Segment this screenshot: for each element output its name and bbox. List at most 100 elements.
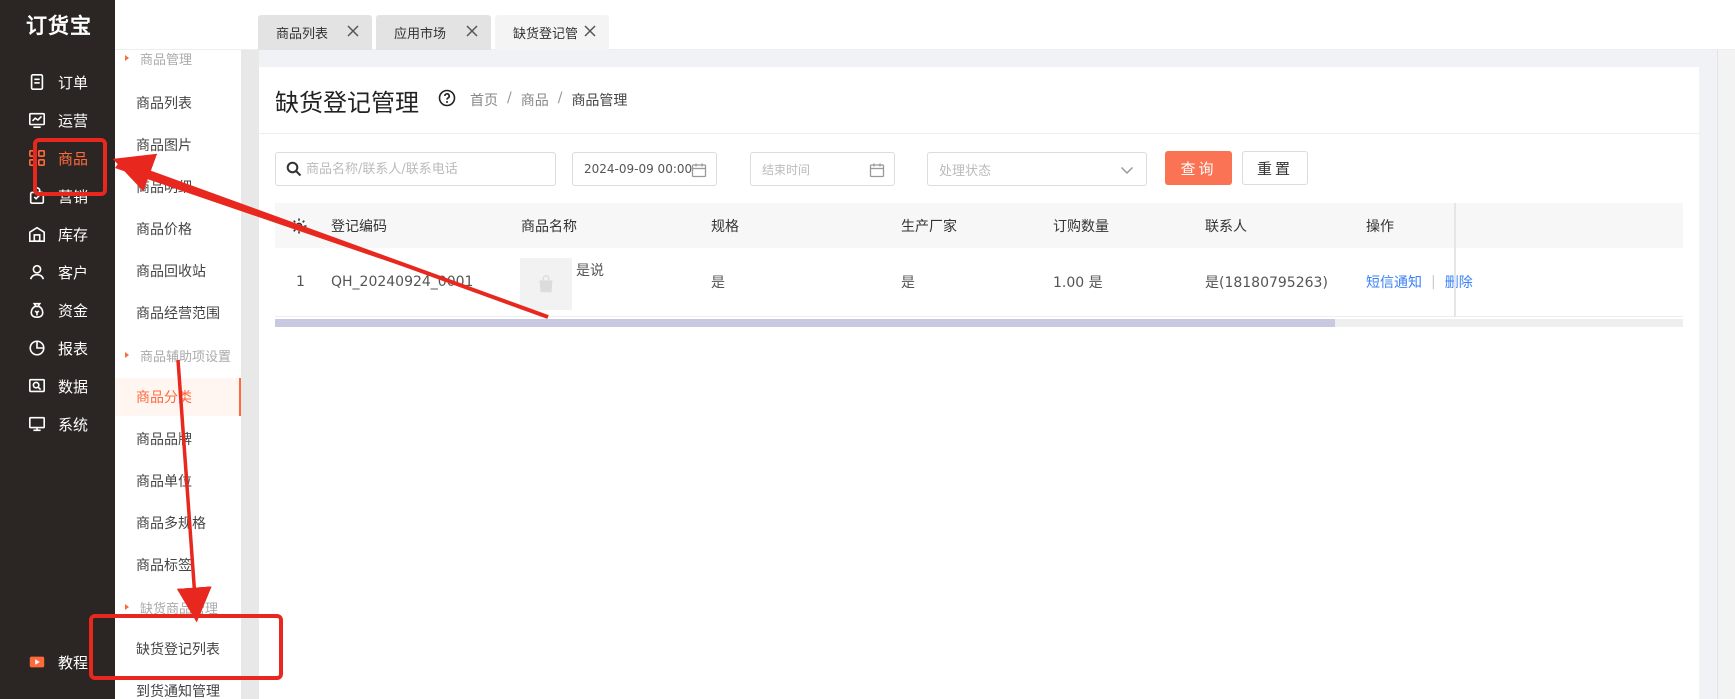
close-icon[interactable]	[346, 24, 360, 38]
sub-group-goods-manage[interactable]: 商品管理	[115, 50, 241, 73]
search-field[interactable]	[275, 152, 556, 186]
sub-group-label: 缺货商品管理	[140, 601, 219, 617]
nav-item-label: 商品	[58, 149, 89, 168]
nav-item-operation[interactable]: 运营	[0, 102, 115, 138]
sub-group-label: 商品辅助项设置	[140, 349, 232, 365]
sub-item-goods-detail[interactable]: 商品明细	[115, 168, 241, 206]
col-header-spec: 规格	[711, 218, 739, 235]
sub-item-goods-price[interactable]: 商品价格	[115, 210, 241, 248]
sub-item-shortage-list[interactable]: 缺货登记列表	[115, 630, 241, 668]
sub-group-shortage[interactable]: 缺货商品管理	[115, 592, 241, 622]
sub-item-goods-unit[interactable]: 商品单位	[115, 462, 241, 500]
breadcrumb-current: 商品管理	[571, 93, 628, 109]
row-code: QH_20240924_0001	[331, 274, 474, 290]
money-bag-icon	[27, 300, 47, 320]
help-icon[interactable]	[438, 89, 456, 107]
tab-bar: 商品列表 应用市场 缺货登记管理	[115, 0, 1735, 50]
nav-item-report[interactable]: 报表	[0, 330, 115, 366]
sms-notify-link[interactable]: 短信通知	[1366, 272, 1422, 292]
sub-item-arrival-notice[interactable]: 到货通知管理	[115, 672, 241, 699]
breadcrumb-home[interactable]: 首页	[470, 90, 498, 110]
row-contact: 是(18180795263)	[1205, 275, 1328, 291]
status-select[interactable]: 处理状态	[927, 152, 1147, 186]
start-date-value: 2024-09-09 00:00	[584, 162, 693, 176]
sub-menu-gutter	[241, 50, 259, 699]
column-settings[interactable]	[290, 203, 308, 248]
nav-item-data[interactable]: 数据	[0, 368, 115, 404]
breadcrumb-separator: /	[507, 90, 512, 106]
row-ops: 短信通知 | 删除	[1366, 248, 1473, 316]
table-scroll-thumb[interactable]	[275, 319, 1335, 327]
sub-menu: 商品管理 商品列表 商品图片 商品明细 商品价格 商品回收站 商品经营范围 商品…	[115, 50, 241, 699]
sub-item-goods-tag[interactable]: 商品标签	[115, 546, 241, 584]
caret-right-icon	[125, 352, 129, 358]
gear-icon[interactable]	[290, 217, 308, 235]
video-icon	[27, 652, 47, 672]
sub-item-goods-images[interactable]: 商品图片	[115, 126, 241, 164]
nav-item-label: 报表	[58, 339, 89, 358]
breadcrumb-goods[interactable]: 商品	[521, 90, 549, 110]
calendar-icon	[869, 162, 885, 178]
close-icon[interactable]	[465, 24, 479, 38]
app-logo[interactable]: 订货宝	[26, 10, 92, 40]
sub-item-goods-recycle[interactable]: 商品回收站	[115, 252, 241, 290]
sub-item-goods-brand[interactable]: 商品品牌	[115, 420, 241, 458]
nav-item-tutorial[interactable]: 教程	[0, 644, 115, 680]
calendar-icon	[691, 162, 707, 178]
breadcrumb: 首页 / 商品 / 商品管理	[470, 90, 627, 110]
nav-item-label: 运营	[58, 111, 89, 130]
table-row: 1 QH_20240924_0001 是说 是 是 1.00 是 是(18180…	[275, 248, 1683, 317]
main-panel: 缺货登记管理 首页 / 商品 / 商品管理 2024-09-09 00:00 结…	[259, 67, 1699, 699]
search-input[interactable]	[306, 161, 546, 177]
breadcrumb-separator: /	[557, 90, 563, 106]
delete-link[interactable]: 删除	[1445, 272, 1473, 292]
tab-label: 商品列表	[276, 27, 329, 42]
divider	[259, 133, 1699, 134]
sub-item-goods-scope[interactable]: 商品经营范围	[115, 294, 241, 332]
page-title: 缺货登记管理	[275, 89, 419, 117]
tab-shortage-register[interactable]: 缺货登记管理	[495, 15, 609, 50]
main-nav: 订货宝 订单 运营 商品 营销 库存 客户 资金 报表 数据 系统 教程	[0, 0, 115, 699]
order-icon	[27, 72, 47, 92]
end-date-placeholder: 结束时间	[762, 162, 811, 177]
nav-item-label: 资金	[58, 301, 89, 320]
nav-item-order[interactable]: 订单	[0, 64, 115, 100]
nav-item-marketing[interactable]: 营销	[0, 178, 115, 214]
reset-button[interactable]: 重置	[1242, 151, 1308, 185]
nav-item-label: 数据	[58, 377, 89, 396]
chevron-down-icon	[1120, 163, 1134, 177]
nav-item-label: 教程	[58, 653, 89, 672]
data-icon	[27, 376, 47, 396]
product-thumbnail[interactable]	[520, 258, 572, 310]
sub-group-aux-settings[interactable]: 商品辅助项设置	[115, 340, 241, 370]
close-icon[interactable]	[583, 24, 597, 38]
sub-item-goods-multispec[interactable]: 商品多规格	[115, 504, 241, 542]
status-placeholder: 处理状态	[939, 163, 992, 179]
sub-item-goods-list[interactable]: 商品列表	[115, 84, 241, 122]
nav-item-label: 系统	[58, 415, 89, 434]
end-date-picker[interactable]: 结束时间	[750, 152, 895, 186]
query-button[interactable]: 查询	[1165, 151, 1232, 185]
row-index: 1	[296, 274, 305, 290]
start-date-picker[interactable]: 2024-09-09 00:00	[572, 152, 717, 186]
row-maker: 是	[901, 275, 915, 291]
tab-label: 应用市场	[394, 27, 447, 42]
monitor-icon	[27, 414, 47, 434]
page-scrollbar[interactable]	[1717, 50, 1735, 699]
col-header-code: 登记编码	[331, 218, 387, 235]
nav-item-fund[interactable]: 资金	[0, 292, 115, 328]
chart-line-icon	[27, 110, 47, 130]
sub-item-goods-category[interactable]: 商品分类	[115, 378, 241, 416]
nav-item-system[interactable]: 系统	[0, 406, 115, 442]
fixed-column-divider	[1454, 203, 1456, 317]
nav-item-label: 库存	[58, 225, 89, 244]
nav-item-customer[interactable]: 客户	[0, 254, 115, 290]
tab-goods-list[interactable]: 商品列表	[258, 15, 372, 50]
tab-app-market[interactable]: 应用市场	[376, 15, 491, 50]
search-icon	[286, 161, 302, 177]
nav-item-goods[interactable]: 商品	[0, 140, 115, 176]
col-header-product: 商品名称	[521, 218, 577, 235]
row-qty: 1.00 是	[1053, 275, 1103, 291]
nav-item-stock[interactable]: 库存	[0, 216, 115, 252]
sub-group-label: 商品管理	[140, 52, 193, 68]
